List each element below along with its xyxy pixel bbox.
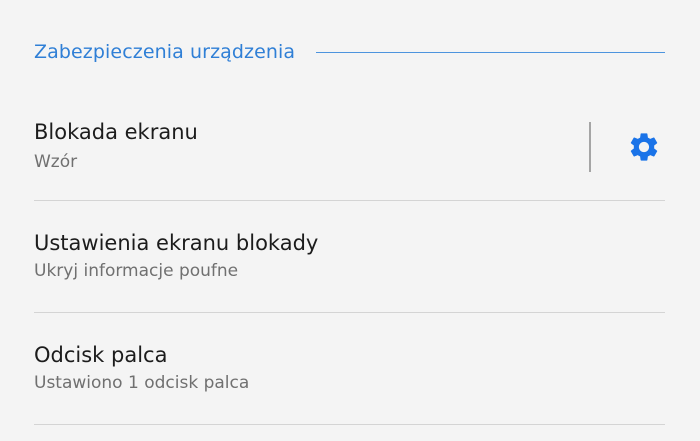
fingerprint-subtitle: Ustawiono 1 odcisk palca [34, 373, 250, 393]
fingerprint-title: Odcisk palca [34, 343, 168, 367]
section-title: Zabezpieczenia urządzenia [34, 41, 296, 63]
screen-lock-subtitle: Wzór [34, 152, 78, 172]
section-header-line [316, 51, 665, 53]
lock-screen-settings-title: Ustawienia ekranu blokady [34, 231, 319, 255]
gear-icon[interactable] [626, 129, 662, 165]
fingerprint-item[interactable]: Odcisk palca Ustawiono 1 odcisk palca [34, 313, 665, 425]
settings-screen: Zabezpieczenia urządzenia Blokada ekranu… [0, 0, 700, 441]
divider [34, 424, 665, 425]
section-header: Zabezpieczenia urządzenia [34, 38, 665, 66]
lock-screen-settings-subtitle: Ukryj informacje poufne [34, 261, 239, 281]
screen-lock-title: Blokada ekranu [34, 120, 198, 144]
lock-screen-settings-item[interactable]: Ustawienia ekranu blokady Ukryj informac… [34, 201, 665, 313]
vertical-separator [589, 122, 591, 172]
screen-lock-item[interactable]: Blokada ekranu Wzór [34, 89, 665, 201]
